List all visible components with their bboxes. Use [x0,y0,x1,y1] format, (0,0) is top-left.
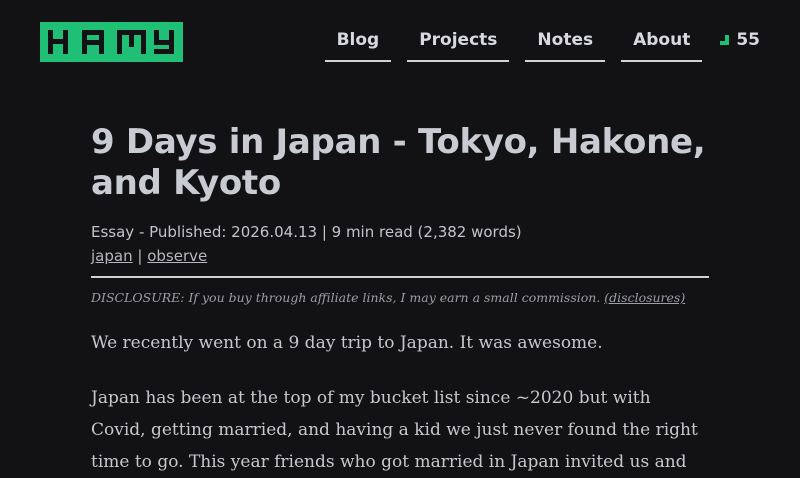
affiliate-disclosure: DISCLOSURE: If you buy through affiliate… [91,288,709,308]
nav-about[interactable]: About [621,22,703,62]
article-title: 9 Days in Japan - Tokyo, Hakone, and Kyo… [91,122,706,203]
counter-icon [720,35,730,45]
article-meta: Essay - Published: 2026.04.13 | 9 min re… [91,223,522,241]
paragraph-intro: We recently went on a 9 day trip to Japa… [91,333,603,353]
tag-separator: | [137,247,143,265]
tag-observe[interactable]: observe [147,247,207,265]
tag-list: japan | observe [91,244,709,268]
nav-blog[interactable]: Blog [324,22,392,62]
counter-value: 55 [736,30,760,50]
logo-wordmark [48,30,174,54]
disclosure-text: DISCLOSURE: If you buy through affiliate… [91,290,601,305]
site-logo[interactable]: HAMY [40,22,183,62]
divider [91,276,709,278]
article: 9 Days in Japan - Tokyo, Hakone, and Kyo… [91,122,709,478]
main-nav: Blog Projects Notes About 55 [324,22,760,62]
stat-counter[interactable]: 55 [720,22,760,50]
nav-notes[interactable]: Notes [525,22,606,62]
tag-japan[interactable]: japan [91,247,133,265]
nav-projects[interactable]: Projects [407,22,510,62]
paragraph-bucket-list: Japan has been at the top of my bucket l… [91,388,698,472]
disclosures-link[interactable]: (disclosures) [604,290,685,305]
